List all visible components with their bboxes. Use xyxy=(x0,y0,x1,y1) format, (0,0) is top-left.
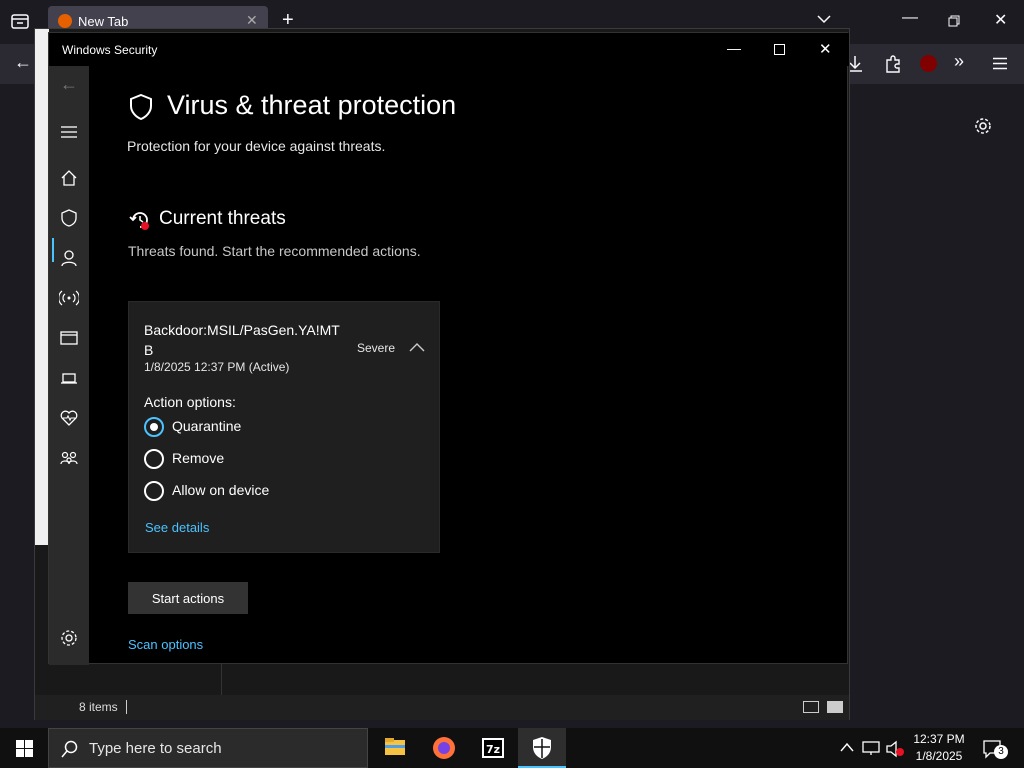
restore-browser-icon[interactable] xyxy=(948,15,960,27)
back-icon[interactable]: ← xyxy=(14,52,32,73)
status-separator xyxy=(126,700,127,714)
7zip-icon[interactable]: 7z xyxy=(469,728,517,768)
minimize-icon[interactable]: — xyxy=(727,40,741,56)
threat-card: Backdoor:MSIL/PasGen.YA!MTB Severe 1/8/2… xyxy=(128,301,440,553)
active-nav-indicator xyxy=(52,238,54,262)
volume-muted-icon[interactable] xyxy=(885,740,905,758)
window-title: Windows Security xyxy=(62,43,158,57)
app-browser-icon[interactable] xyxy=(59,328,79,348)
start-icon[interactable] xyxy=(16,740,33,757)
windows-security-icon[interactable] xyxy=(518,728,566,768)
explorer-edge-panel xyxy=(35,29,49,545)
firefox-icon[interactable] xyxy=(420,728,468,768)
menu-icon[interactable] xyxy=(59,122,79,142)
large-icons-view-icon[interactable] xyxy=(827,701,843,713)
maximize-icon[interactable] xyxy=(774,44,785,55)
radio-label: Allow on device xyxy=(172,482,270,498)
close-icon[interactable]: ✕ xyxy=(819,40,832,58)
start-actions-button[interactable]: Start actions xyxy=(128,582,248,614)
item-count: 8 items xyxy=(79,700,118,714)
page-shield-icon xyxy=(129,94,153,120)
firefox-tab-icon xyxy=(58,14,72,28)
threat-date: 1/8/2025 12:37 PM (Active) xyxy=(144,360,290,374)
notification-badge: 3 xyxy=(994,745,1008,759)
scan-options-link[interactable]: Scan options xyxy=(128,637,203,652)
app-menu-icon[interactable] xyxy=(992,57,1008,70)
navigation-sidebar: ← xyxy=(49,66,89,665)
back-arrow-icon[interactable]: ← xyxy=(60,74,78,95)
page-title: Virus & threat protection xyxy=(167,90,457,120)
list-tabs-icon[interactable] xyxy=(816,14,832,24)
device-icon[interactable] xyxy=(59,368,79,388)
radio-button[interactable] xyxy=(144,481,164,501)
extensions-icon[interactable] xyxy=(884,54,902,74)
file-explorer-icon[interactable] xyxy=(371,728,419,768)
section-subtitle: Threats found. Start the recommended act… xyxy=(128,243,421,259)
clock[interactable]: 12:37 PM 1/8/2025 xyxy=(904,731,974,765)
collapse-chevron-icon[interactable] xyxy=(409,342,425,352)
radio-label: Remove xyxy=(172,450,225,466)
current-threats-icon xyxy=(129,209,151,231)
firewall-icon[interactable] xyxy=(59,288,79,308)
radio-button-selected[interactable] xyxy=(144,417,164,437)
notifications-icon[interactable]: 3 xyxy=(982,739,1008,759)
search-placeholder: Type here to search xyxy=(89,740,222,757)
explorer-status-bar: 8 items xyxy=(35,695,849,720)
settings-icon[interactable] xyxy=(59,628,79,648)
more-tools-icon[interactable]: » xyxy=(954,51,964,72)
tab-title: New Tab xyxy=(78,14,129,29)
see-details-link[interactable]: See details xyxy=(145,520,209,535)
home-icon[interactable] xyxy=(59,168,79,188)
tab-overview-icon[interactable] xyxy=(10,12,30,30)
account-icon[interactable] xyxy=(59,248,79,268)
svg-text:7z: 7z xyxy=(486,743,500,756)
taskbar: Type here to search 7z 12:37 PM 1/8/2025… xyxy=(0,728,1024,768)
clock-date: 1/8/2025 xyxy=(915,749,963,763)
ublock-origin-icon[interactable] xyxy=(920,55,937,72)
threat-name: Backdoor:MSIL/PasGen.YA!MTB xyxy=(144,322,340,358)
network-icon[interactable] xyxy=(862,740,880,756)
minimize-browser-icon[interactable]: — xyxy=(902,9,918,27)
shield-icon[interactable] xyxy=(59,208,79,228)
radio-label: Quarantine xyxy=(172,418,242,434)
close-browser-icon[interactable]: ✕ xyxy=(994,10,1007,30)
close-tab-icon[interactable]: ✕ xyxy=(246,12,258,29)
windows-security-window: Windows Security — ✕ ← Virus & threat pr… xyxy=(48,32,849,665)
family-icon[interactable] xyxy=(59,448,79,468)
page-subtitle: Protection for your device against threa… xyxy=(127,138,386,154)
clock-time: 12:37 PM xyxy=(913,732,965,746)
radio-button[interactable] xyxy=(144,449,164,469)
action-options-label: Action options: xyxy=(144,394,236,410)
newtab-settings-icon[interactable] xyxy=(974,117,992,135)
threat-severity: Severe xyxy=(357,341,396,355)
title-bar: Windows Security — ✕ xyxy=(49,33,849,66)
search-icon xyxy=(61,740,79,758)
details-view-icon[interactable] xyxy=(803,701,819,713)
section-title: Current threats xyxy=(159,208,286,229)
health-icon[interactable] xyxy=(59,408,79,428)
taskbar-search[interactable]: Type here to search xyxy=(48,728,368,768)
tray-overflow-icon[interactable] xyxy=(840,742,854,752)
